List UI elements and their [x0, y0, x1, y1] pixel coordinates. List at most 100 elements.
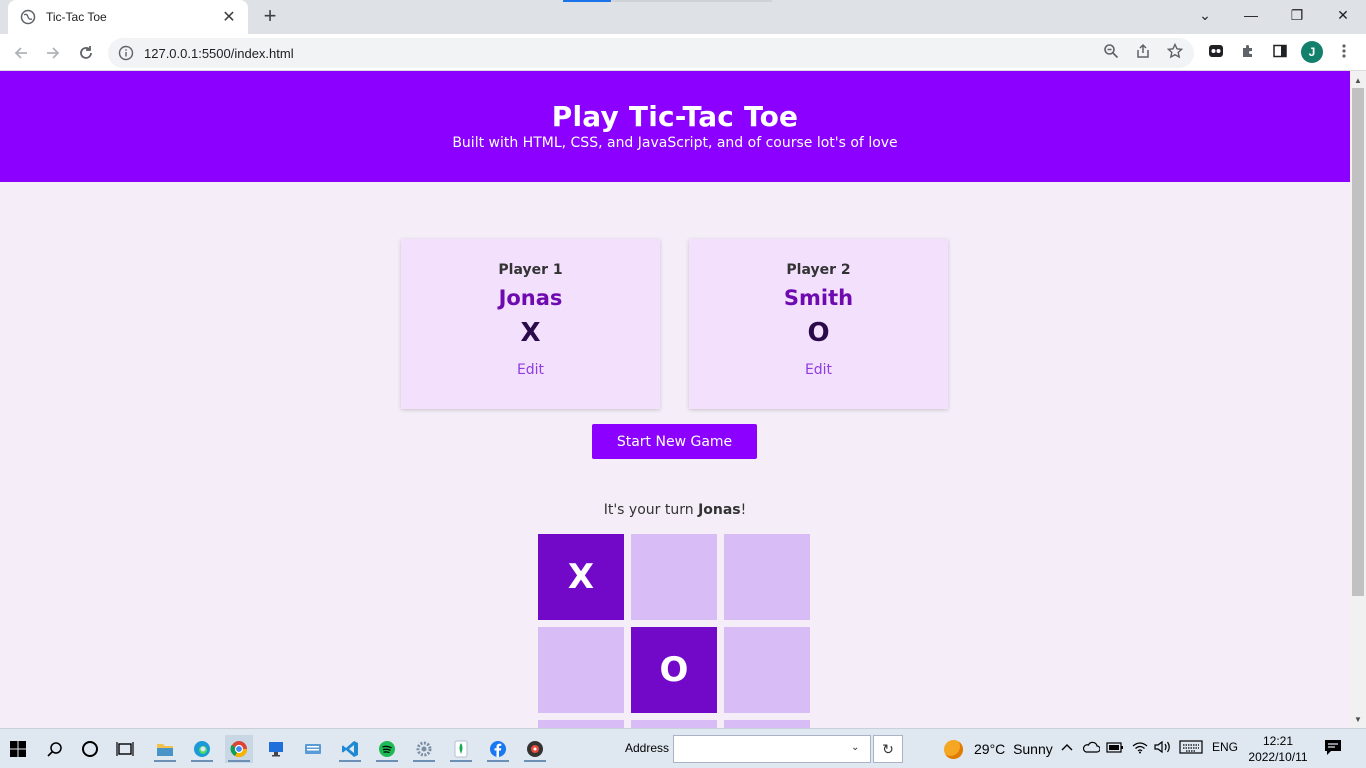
turn-indicator: It's your turn Jonas!	[0, 502, 1350, 518]
board-cell-9[interactable]	[724, 720, 810, 728]
weather-temperature: 29°C	[974, 741, 1006, 757]
side-panel-icon[interactable]	[1270, 41, 1290, 61]
turn-prefix: It's your turn	[603, 502, 699, 518]
share-icon[interactable]	[1133, 41, 1153, 61]
mongodb-compass-icon[interactable]	[447, 735, 475, 763]
game-board: X O	[538, 534, 811, 728]
player-1-edit-button[interactable]: Edit	[517, 362, 544, 378]
zoom-icon[interactable]	[1101, 41, 1121, 61]
player-1-card: Player 1 Jonas X Edit	[401, 239, 660, 409]
notifications-icon[interactable]	[1324, 739, 1342, 759]
taskbar-active-indicator	[191, 760, 213, 762]
board-cell-6[interactable]	[724, 627, 810, 713]
page-subtitle: Built with HTML, CSS, and JavaScript, an…	[452, 135, 898, 151]
weather-widget[interactable]: 29°C Sunny	[974, 741, 1053, 757]
forward-icon[interactable]	[40, 40, 66, 66]
taskbar-active-indicator	[524, 760, 546, 762]
remote-desktop-icon[interactable]	[262, 735, 290, 763]
more-menu-icon[interactable]	[1334, 41, 1354, 61]
keyboard-app-icon[interactable]	[299, 735, 327, 763]
media-player-icon[interactable]	[521, 735, 549, 763]
edge-browser-icon[interactable]	[188, 735, 216, 763]
turn-player-name: Jonas	[698, 502, 741, 518]
board-cell-7[interactable]	[538, 720, 624, 728]
player-2-card: Player 2 Smith O Edit	[689, 239, 948, 409]
page-title: Play Tic-Tac Toe	[551, 100, 799, 133]
extensions-puzzle-icon[interactable]	[1238, 41, 1258, 61]
tab-search-icon[interactable]: ⌄	[1182, 0, 1228, 30]
taskbar-clock[interactable]: 12:21 2022/10/11	[1246, 733, 1310, 765]
cortana-icon[interactable]	[76, 735, 104, 763]
input-language[interactable]: ENG	[1212, 740, 1238, 754]
extension-app-icon[interactable]	[1206, 41, 1226, 61]
board-cell-2[interactable]	[631, 534, 717, 620]
page-header: Play Tic-Tac Toe Built with HTML, CSS, a…	[0, 71, 1350, 182]
profile-avatar[interactable]: J	[1301, 41, 1323, 63]
minimize-button[interactable]: —	[1228, 0, 1274, 30]
player-2-symbol: O	[807, 318, 830, 348]
bookmark-star-icon[interactable]	[1165, 41, 1185, 61]
onedrive-cloud-icon[interactable]	[1082, 740, 1101, 757]
address-bar[interactable]: 127.0.0.1:5500/index.html	[108, 38, 1194, 68]
close-tab-icon[interactable]: ✕	[220, 7, 238, 27]
battery-icon[interactable]	[1106, 740, 1124, 757]
web-page: Play Tic-Tac Toe Built with HTML, CSS, a…	[0, 71, 1350, 728]
globe-icon	[20, 9, 36, 25]
taskbar-active-indicator	[376, 760, 398, 762]
tab-strip-divider	[612, 0, 772, 2]
scroll-up-icon[interactable]: ▲	[1350, 72, 1366, 88]
new-tab-button[interactable]: +	[258, 5, 282, 29]
windows-taskbar: Address ⌄ ↻ 29°C Sunny ENG 12:21 2022/10…	[0, 728, 1366, 768]
chrome-icon[interactable]	[225, 735, 253, 763]
board-cell-3[interactable]	[724, 534, 810, 620]
url-text: 127.0.0.1:5500/index.html	[144, 45, 294, 61]
taskbar-active-indicator	[228, 760, 250, 762]
search-icon[interactable]	[41, 735, 69, 763]
board-cell-1[interactable]: X	[538, 534, 624, 620]
touch-keyboard-icon[interactable]	[1179, 740, 1203, 757]
player-1-name: Jonas	[498, 286, 563, 310]
browser-tab[interactable]: Tic-Tac Toe ✕	[8, 0, 248, 34]
player-1-symbol: X	[520, 318, 541, 348]
file-explorer-icon[interactable]	[151, 735, 179, 763]
turn-suffix: !	[740, 502, 747, 518]
site-info-icon[interactable]	[118, 45, 134, 61]
address-toolbar-label: Address	[625, 741, 670, 755]
weather-condition: Sunny	[1013, 741, 1053, 757]
board-cell-8[interactable]	[631, 720, 717, 728]
address-refresh-icon[interactable]: ↻	[873, 735, 903, 763]
player-cards: Player 1 Jonas X Edit Player 2 Smith O E…	[401, 239, 949, 409]
scroll-down-icon[interactable]: ▼	[1350, 711, 1366, 727]
browser-tab-strip: Tic-Tac Toe ✕ + ⌄ — ❐ ✕	[0, 0, 1366, 34]
board-cell-5[interactable]: O	[631, 627, 717, 713]
windows-start-icon[interactable]	[4, 735, 32, 763]
taskbar-active-indicator	[339, 760, 361, 762]
browser-toolbar: 127.0.0.1:5500/index.html	[0, 34, 1366, 71]
chevron-down-icon[interactable]: ⌄	[851, 742, 859, 753]
vscode-icon[interactable]	[336, 735, 364, 763]
tab-loading-indicator	[563, 0, 611, 2]
weather-sun-icon[interactable]	[944, 740, 963, 759]
spotify-icon[interactable]	[373, 735, 401, 763]
settings-gear-icon[interactable]	[410, 735, 438, 763]
chevron-up-icon[interactable]	[1060, 740, 1074, 757]
board-cell-4[interactable]	[538, 627, 624, 713]
task-view-icon[interactable]	[111, 735, 139, 763]
reload-icon[interactable]	[73, 40, 99, 66]
wifi-icon[interactable]	[1132, 740, 1148, 757]
player-2-edit-button[interactable]: Edit	[805, 362, 832, 378]
player-2-label: Player 2	[786, 262, 851, 278]
taskbar-active-indicator	[450, 760, 472, 762]
start-new-game-button[interactable]: Start New Game	[592, 424, 757, 459]
clock-date: 2022/10/11	[1248, 750, 1308, 764]
scrollbar-thumb[interactable]	[1352, 88, 1364, 596]
restore-button[interactable]: ❐	[1274, 0, 1320, 30]
facebook-icon[interactable]	[484, 735, 512, 763]
tab-title: Tic-Tac Toe	[46, 10, 107, 24]
volume-icon[interactable]	[1154, 740, 1172, 757]
taskbar-address-input[interactable]	[673, 735, 871, 763]
player-1-label: Player 1	[498, 262, 563, 278]
close-window-button[interactable]: ✕	[1320, 0, 1366, 30]
clock-time: 12:21	[1262, 734, 1294, 748]
back-icon[interactable]	[8, 40, 34, 66]
